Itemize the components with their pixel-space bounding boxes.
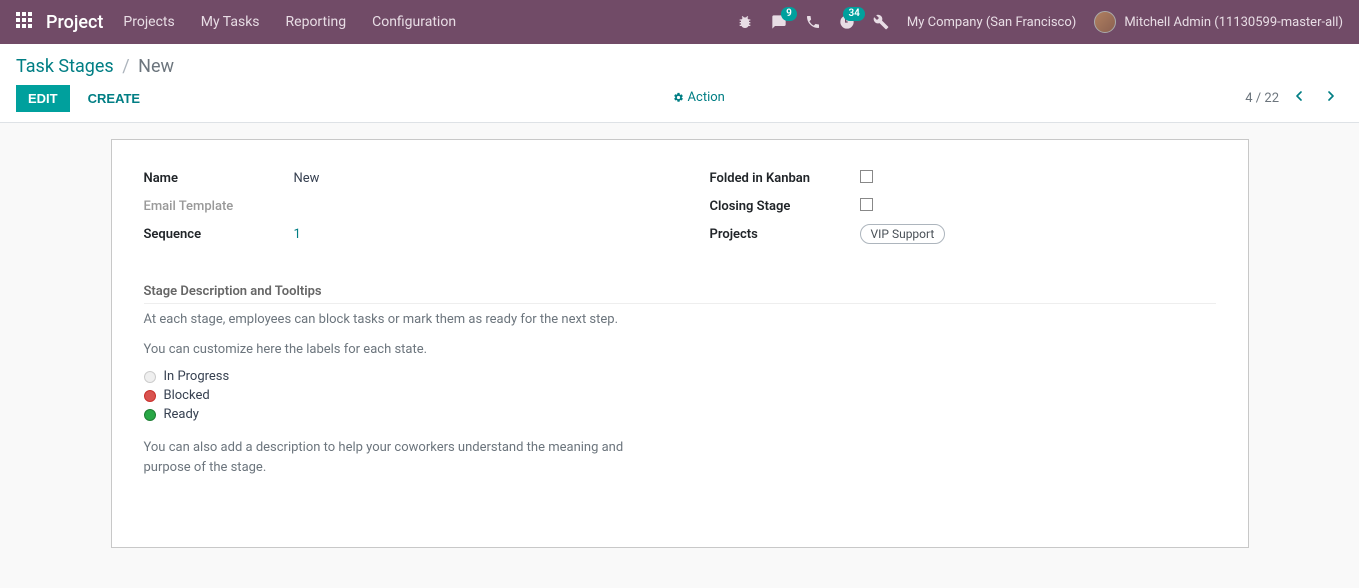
section-intro1: At each stage, employees can block tasks…	[144, 310, 1216, 330]
state-label-blocked: Blocked	[164, 388, 210, 403]
section-outro: You can also add a description to help y…	[144, 438, 664, 477]
nav-menu-reporting[interactable]: Reporting	[286, 14, 347, 30]
breadcrumb-current: New	[138, 56, 174, 77]
pager-next[interactable]	[1319, 88, 1343, 109]
nav-menu-projects[interactable]: Projects	[123, 14, 174, 30]
state-label-inprogress: In Progress	[164, 369, 230, 384]
gear-icon	[673, 92, 684, 103]
control-panel: Task Stages / New EDIT CREATE Action 4 /…	[0, 44, 1359, 123]
breadcrumb: Task Stages / New	[16, 56, 1343, 77]
phone-icon[interactable]	[805, 14, 821, 30]
checkbox-closing[interactable]	[860, 198, 873, 211]
main-navbar: Project Projects My Tasks Reporting Conf…	[0, 0, 1359, 44]
nav-menu-configuration[interactable]: Configuration	[372, 14, 456, 30]
state-dot-red-icon	[144, 390, 156, 402]
section-title: Stage Description and Tooltips	[144, 284, 1216, 304]
tag-project[interactable]: VIP Support	[860, 224, 946, 244]
clock-icon[interactable]: 34	[839, 14, 855, 30]
state-label-ready: Ready	[164, 407, 199, 422]
pager-prev[interactable]	[1287, 88, 1311, 109]
user-menu[interactable]: Mitchell Admin (11130599-master-all)	[1094, 11, 1343, 33]
activities-badge: 34	[843, 7, 864, 21]
label-email-template: Email Template	[144, 199, 294, 214]
nav-brand[interactable]: Project	[46, 12, 103, 33]
state-row-inprogress: In Progress	[144, 369, 1216, 384]
apps-icon[interactable]	[16, 12, 32, 32]
action-dropdown[interactable]: Action	[673, 90, 725, 105]
nav-menu-mytasks[interactable]: My Tasks	[201, 14, 260, 30]
form-content: Name New Email Template Sequence 1 Folde…	[0, 123, 1359, 588]
form-sheet: Name New Email Template Sequence 1 Folde…	[111, 139, 1249, 548]
edit-button[interactable]: EDIT	[16, 85, 70, 112]
label-sequence: Sequence	[144, 227, 294, 242]
label-folded: Folded in Kanban	[710, 171, 860, 186]
field-sequence: 1	[294, 227, 650, 242]
state-row-blocked: Blocked	[144, 388, 1216, 403]
field-name: New	[294, 171, 650, 186]
state-dot-grey-icon	[144, 371, 156, 383]
pager: 4 / 22	[1245, 88, 1343, 109]
section-intro2: You can customize here the labels for ea…	[144, 340, 1216, 360]
avatar	[1094, 11, 1116, 33]
state-row-ready: Ready	[144, 407, 1216, 422]
bug-icon[interactable]	[737, 14, 753, 30]
state-dot-green-icon	[144, 409, 156, 421]
label-name: Name	[144, 171, 294, 186]
nav-menu: Projects My Tasks Reporting Configuratio…	[123, 14, 456, 30]
pager-value[interactable]: 4 / 22	[1245, 91, 1279, 106]
messages-icon[interactable]: 9	[771, 14, 787, 30]
messages-badge: 9	[781, 7, 797, 21]
label-closing: Closing Stage	[710, 199, 860, 214]
checkbox-folded[interactable]	[860, 170, 873, 183]
create-button[interactable]: CREATE	[76, 85, 152, 112]
user-name: Mitchell Admin (11130599-master-all)	[1124, 15, 1343, 30]
breadcrumb-parent[interactable]: Task Stages	[16, 56, 114, 77]
label-projects: Projects	[710, 227, 860, 242]
company-selector[interactable]: My Company (San Francisco)	[907, 15, 1076, 30]
wrench-icon[interactable]	[873, 14, 889, 30]
